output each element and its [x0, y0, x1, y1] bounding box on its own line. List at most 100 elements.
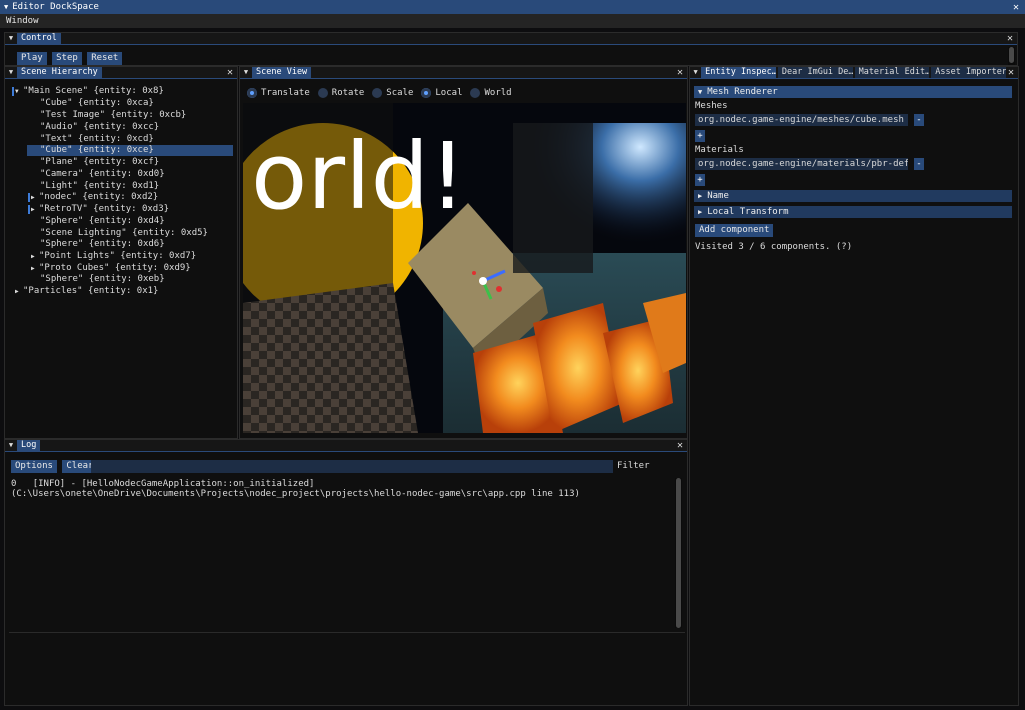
- radio-world[interactable]: World: [470, 88, 512, 98]
- tab-asset-importer[interactable]: Asset Importer: [931, 67, 1006, 78]
- radio-local[interactable]: Local: [421, 88, 462, 98]
- tree-row[interactable]: "Text" {entity: 0xcd}: [40, 134, 154, 145]
- remove-mesh-button[interactable]: -: [914, 114, 924, 126]
- tree-row[interactable]: "Audio" {entity: 0xcc}: [40, 122, 159, 133]
- chevron-right-icon[interactable]: ▶: [31, 192, 39, 203]
- tree-row[interactable]: "Sphere" {entity: 0xeb}: [40, 274, 165, 285]
- close-icon[interactable]: ✕: [677, 440, 683, 451]
- log-scrollbar[interactable]: [675, 478, 682, 628]
- control-buttons: Play Step Reset: [17, 52, 123, 65]
- gizmo-mode-radios: Translate Rotate Scale Local World: [247, 87, 520, 99]
- tree-row[interactable]: ▶ "Particles" {entity: 0x1}: [15, 286, 158, 297]
- mesh-path-field[interactable]: org.nodec.game-engine/meshes/cube.mesh: [695, 114, 908, 126]
- tree-row-main-scene[interactable]: ▼ "Main Scene" {entity: 0x8}: [15, 86, 164, 97]
- close-icon[interactable]: ✕: [677, 67, 683, 78]
- window-title: Editor DockSpace: [12, 2, 99, 12]
- mesh-renderer-header[interactable]: ▼ Mesh Renderer: [694, 86, 1012, 98]
- play-button[interactable]: Play: [17, 52, 47, 65]
- chevron-right-icon[interactable]: ▶: [31, 251, 39, 262]
- add-component-wrap: Add component: [695, 224, 774, 237]
- divider: [9, 632, 685, 633]
- viewport-text: orld!: [251, 123, 466, 230]
- radio-dot: [317, 88, 328, 98]
- chevron-down-icon[interactable]: ▼: [15, 86, 23, 97]
- chevron-down-icon[interactable]: ▼: [5, 33, 17, 44]
- add-material-button[interactable]: +: [695, 174, 705, 186]
- inspector-tabstrip: ▼ Entity Inspec… Dear ImGui De… Material…: [690, 67, 1018, 79]
- filter-input[interactable]: [91, 460, 613, 473]
- tab-dear-imgui-demo[interactable]: Dear ImGui De…: [777, 67, 853, 78]
- reset-button[interactable]: Reset: [87, 52, 123, 65]
- log-panel: ▼ Log ✕ Options Clear Filter 0 [INFO] - …: [4, 439, 688, 706]
- tab-entity-inspector[interactable]: Entity Inspec…: [701, 67, 776, 78]
- tree-row[interactable]: "Test Image" {entity: 0xcb}: [40, 110, 186, 121]
- window-titlebar: ▼ Editor DockSpace ✕: [0, 0, 1025, 14]
- log-line-text: [INFO] - [HelloNodecGameApplication::on_…: [32, 479, 315, 489]
- viewport-render: orld!: [243, 103, 686, 433]
- tree-row[interactable]: "Light" {entity: 0xd1}: [40, 181, 159, 192]
- tab-scene-view[interactable]: Scene View: [252, 67, 312, 78]
- tree-row[interactable]: ▶ "nodec" {entity: 0xd2}: [31, 192, 158, 203]
- chevron-down-icon[interactable]: ▼: [5, 440, 17, 451]
- close-icon[interactable]: ✕: [1007, 33, 1013, 44]
- tab-scene-hierarchy[interactable]: Scene Hierarchy: [17, 67, 102, 78]
- close-icon[interactable]: ✕: [1013, 2, 1019, 13]
- scroll-thumb[interactable]: [1009, 47, 1014, 63]
- material-path-field[interactable]: org.nodec.game-engine/materials/pbr-defe…: [695, 158, 908, 170]
- tree-row[interactable]: "Plane" {entity: 0xcf}: [40, 157, 159, 168]
- scene-view-panel: ▼ Scene View ✕ Translate Rotate Scale Lo…: [239, 66, 688, 439]
- tab-log[interactable]: Log: [17, 440, 41, 451]
- add-mesh-button[interactable]: +: [695, 130, 705, 142]
- radio-dot: [421, 88, 432, 98]
- local-transform-header[interactable]: ▶ Local Transform: [694, 206, 1012, 218]
- radio-dot: [470, 88, 481, 98]
- chevron-down-icon[interactable]: ▼: [5, 67, 17, 78]
- scene-hierarchy-panel: ▼ Scene Hierarchy ✕ ▼ "Main Scene" {entit…: [4, 66, 238, 439]
- tab-control[interactable]: Control: [17, 33, 61, 44]
- radio-rotate[interactable]: Rotate: [317, 88, 364, 98]
- chevron-right-icon: ▶: [698, 208, 703, 216]
- radio-translate[interactable]: Translate: [247, 88, 310, 98]
- filter-label: Filter: [617, 461, 650, 471]
- name-header[interactable]: ▶ Name: [694, 190, 1012, 202]
- row-marker: [28, 193, 30, 202]
- remove-material-button[interactable]: -: [914, 158, 924, 170]
- tree-row[interactable]: "Sphere" {entity: 0xd4}: [40, 216, 165, 227]
- chevron-right-icon[interactable]: ▶: [15, 286, 23, 297]
- menu-item-window[interactable]: Window: [6, 16, 39, 26]
- hierarchy-tabstrip: ▼ Scene Hierarchy ✕: [5, 67, 237, 79]
- row-marker: [28, 205, 30, 214]
- tree-row[interactable]: ▶ "Point Lights" {entity: 0xd7}: [31, 251, 196, 262]
- chevron-right-icon[interactable]: ▶: [31, 204, 39, 215]
- chevron-down-icon[interactable]: ▼: [240, 67, 252, 78]
- step-button[interactable]: Step: [52, 52, 82, 65]
- window-menu-icon[interactable]: ▼: [4, 3, 8, 11]
- log-line-index: 0: [11, 479, 17, 489]
- tree-row[interactable]: "Cube" {entity: 0xca}: [40, 98, 154, 109]
- add-component-button[interactable]: Add component: [695, 224, 774, 237]
- menu-bar: Window: [0, 14, 1025, 28]
- control-tabstrip: ▼ Control ✕: [5, 33, 1017, 45]
- chevron-down-icon[interactable]: ▼: [690, 67, 701, 78]
- tree-row[interactable]: "Camera" {entity: 0xd0}: [40, 169, 165, 180]
- log-output: 0 [INFO] - [HelloNodecGameApplication::o…: [11, 479, 671, 624]
- control-scrollbar[interactable]: [1008, 47, 1015, 65]
- log-line: 0 [INFO] - [HelloNodecGameApplication::o…: [11, 479, 671, 489]
- scene-viewport[interactable]: orld!: [243, 103, 686, 433]
- tree-row[interactable]: "Sphere" {entity: 0xd6}: [40, 239, 165, 250]
- tree-row[interactable]: "Scene Lighting" {entity: 0xd5}: [40, 228, 208, 239]
- control-panel: ▼ Control ✕ Play Step Reset: [4, 32, 1018, 66]
- chevron-right-icon[interactable]: ▶: [31, 263, 39, 274]
- meshes-label: Meshes: [695, 101, 728, 111]
- options-button[interactable]: Options: [11, 460, 57, 473]
- tree-row[interactable]: ▶ "Proto Cubes" {entity: 0xd9}: [31, 263, 191, 274]
- log-line-source: (C:\Users\onete\OneDrive\Documents\Proje…: [11, 489, 580, 499]
- tree-row[interactable]: ▶ "RetroTV" {entity: 0xd3}: [31, 204, 169, 215]
- radio-scale[interactable]: Scale: [372, 88, 413, 98]
- close-icon[interactable]: ✕: [227, 67, 233, 78]
- entity-inspector-panel: ▼ Entity Inspec… Dear ImGui De… Material…: [689, 66, 1019, 706]
- tab-material-editor[interactable]: Material Edit…: [854, 67, 930, 78]
- scroll-thumb[interactable]: [676, 478, 681, 628]
- tree-row-selected[interactable]: "Cube" {entity: 0xce}: [27, 145, 233, 156]
- close-icon[interactable]: ✕: [1008, 67, 1014, 78]
